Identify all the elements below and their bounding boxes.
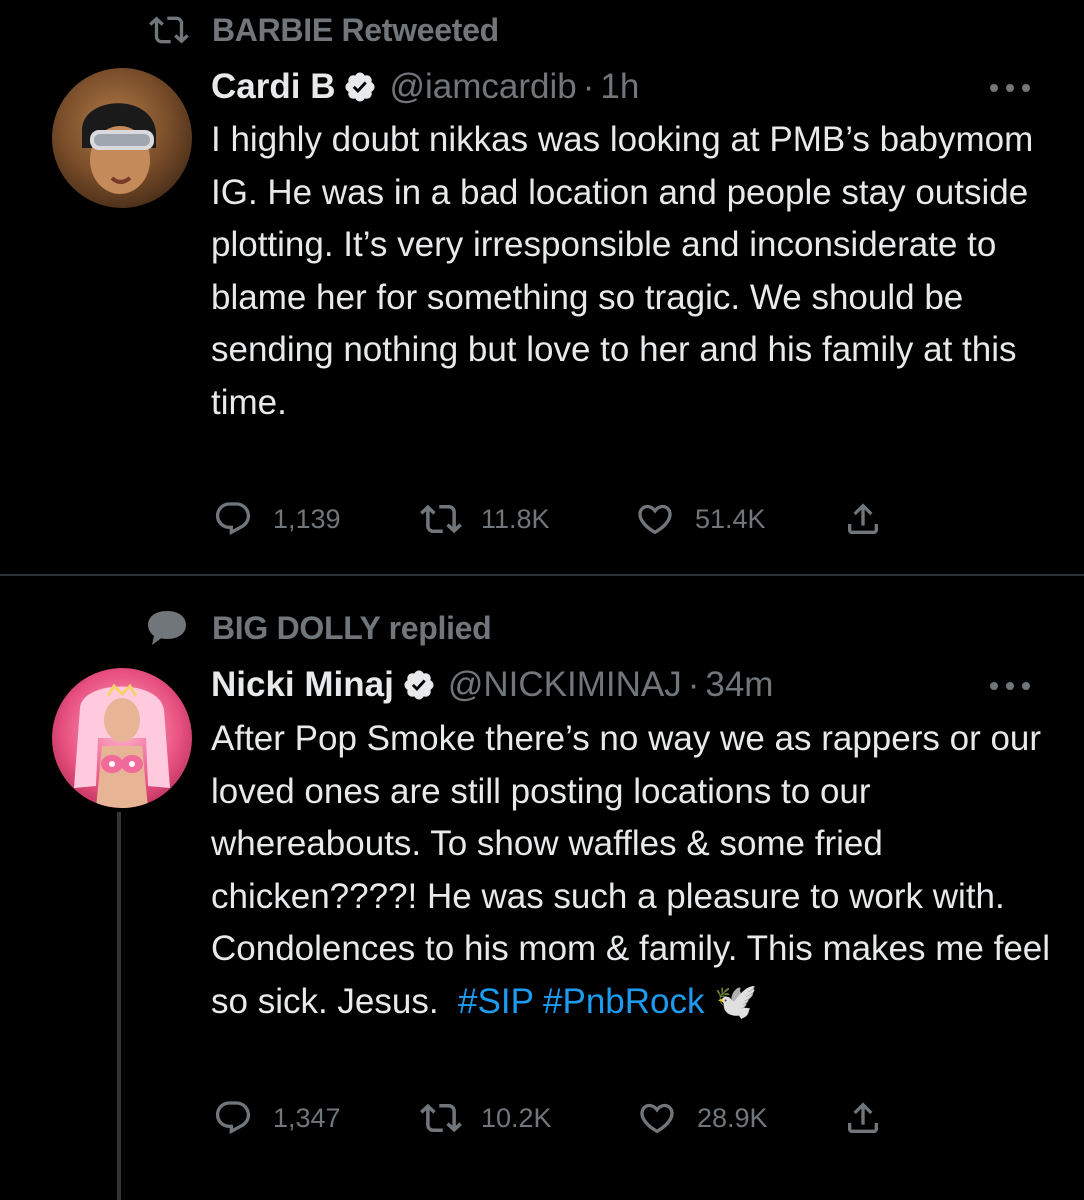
display-name[interactable]: Cardi B: [211, 67, 335, 107]
share-icon: [841, 497, 885, 541]
retweet-count: 11.8K: [481, 503, 550, 534]
tweet-nicki-minaj[interactable]: BIG DOLLY replied Nicki Minaj @NICKIMINA…: [0, 576, 1084, 1200]
verified-badge-icon: [343, 70, 377, 104]
retweet-button[interactable]: 11.8K: [419, 497, 550, 541]
retweet-icon: [419, 1096, 463, 1140]
reply-button[interactable]: 1,139: [211, 497, 341, 541]
avatar[interactable]: [52, 668, 192, 808]
separator-dot: ·: [687, 665, 700, 704]
reply-context: BIG DOLLY replied: [146, 608, 492, 648]
display-name[interactable]: Nicki Minaj: [211, 665, 394, 705]
hashtag-link[interactable]: #SIP: [458, 982, 533, 1021]
retweet-icon: [419, 497, 463, 541]
tweet-header: Nicki Minaj @NICKIMINAJ · 34m: [211, 663, 773, 707]
context-label[interactable]: BIG DOLLY replied: [212, 610, 492, 647]
heart-icon: [635, 1096, 679, 1140]
tweet-actions: 1,347 10.2K 28.9K: [211, 1096, 911, 1140]
tweet-cardi-b[interactable]: BARBIE Retweeted Cardi B @iamcardib · 1h…: [0, 0, 1084, 574]
share-button[interactable]: [841, 497, 885, 541]
avatar[interactable]: [52, 68, 192, 208]
tweet-actions: 1,139 11.8K 51.4K: [211, 497, 911, 541]
share-button[interactable]: [841, 1096, 885, 1140]
more-options-icon[interactable]: [990, 676, 1030, 696]
dove-emoji: 🕊️: [714, 981, 758, 1021]
retweet-count: 10.2K: [481, 1102, 552, 1133]
like-button[interactable]: 51.4K: [633, 497, 766, 541]
timestamp[interactable]: 1h: [600, 67, 639, 107]
like-count: 28.9K: [697, 1102, 768, 1133]
more-options-icon[interactable]: [990, 78, 1030, 98]
retweet-icon: [146, 10, 192, 50]
hashtag-link[interactable]: #PnbRock: [543, 982, 704, 1021]
like-count: 51.4K: [695, 503, 766, 534]
verified-badge-icon: [402, 668, 436, 702]
reply-bubble-icon: [146, 608, 192, 648]
timestamp[interactable]: 34m: [705, 665, 773, 705]
heart-icon: [633, 497, 677, 541]
tweet-text: After Pop Smoke there’s no way we as rap…: [211, 713, 1051, 1028]
like-button[interactable]: 28.9K: [635, 1096, 768, 1140]
share-icon: [841, 1096, 885, 1140]
tweet-header: Cardi B @iamcardib · 1h: [211, 65, 639, 109]
thread-connector-line: [117, 812, 121, 1200]
retweet-button[interactable]: 10.2K: [419, 1096, 552, 1140]
retweet-context: BARBIE Retweeted: [146, 10, 499, 50]
reply-icon: [211, 497, 255, 541]
separator-dot: ·: [582, 67, 595, 106]
user-handle[interactable]: @NICKIMINAJ: [448, 665, 682, 705]
reply-count: 1,139: [273, 503, 341, 534]
reply-count: 1,347: [273, 1102, 341, 1133]
tweet-text: I highly doubt nikkas was looking at PMB…: [211, 120, 1034, 422]
reply-button[interactable]: 1,347: [211, 1096, 341, 1140]
tweet-text-main: After Pop Smoke there’s no way we as rap…: [211, 719, 1051, 1021]
reply-icon: [211, 1096, 255, 1140]
context-label[interactable]: BARBIE Retweeted: [212, 12, 499, 49]
user-handle[interactable]: @iamcardib: [389, 67, 576, 107]
